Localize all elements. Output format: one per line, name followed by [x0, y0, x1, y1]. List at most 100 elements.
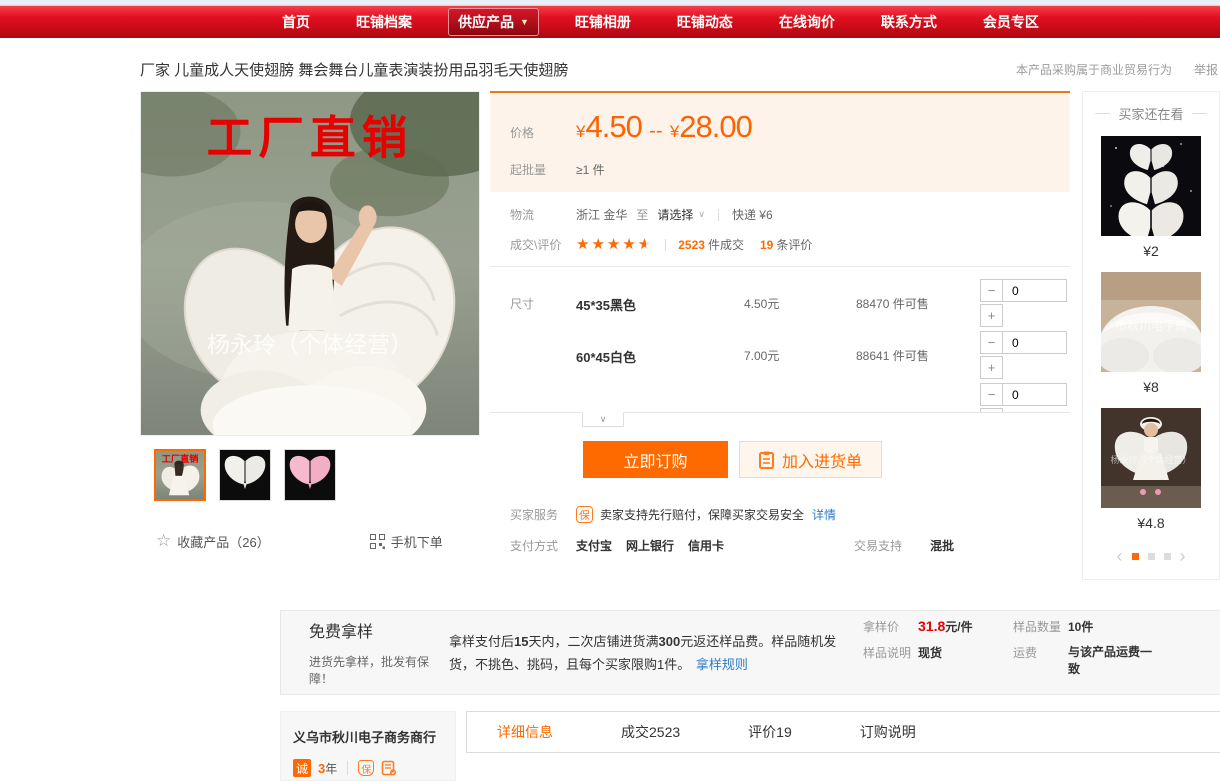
order-now-button[interactable]: 立即订购 — [583, 441, 728, 478]
integrity-badge-icon: 诚 — [293, 759, 311, 777]
tab-deals[interactable]: 成交2523 — [621, 722, 680, 742]
carousel-dot-1[interactable] — [1132, 553, 1139, 560]
pay-method-credit: 信用卡 — [688, 537, 724, 554]
nav-item-updates[interactable]: 旺铺动态 — [677, 12, 733, 32]
sample-ship-label: 运费 — [1013, 644, 1068, 678]
related-price: ¥8 — [1083, 379, 1219, 395]
guarantee-badge-icon: 保 — [576, 506, 593, 523]
image-watermark: 杨永玲（个体经营） — [207, 331, 413, 357]
guarantee-text: 卖家支持先行赔付，保障买家交易安全 — [600, 506, 804, 523]
add-to-cart-button[interactable]: 加入进货单 — [739, 441, 882, 478]
product-title: 厂家 儿童成人天使翅膀 舞会舞台儿童表演装扮用品羽毛天使翅膀 — [140, 59, 568, 80]
destination-select[interactable]: 请选择 ∨ — [657, 206, 705, 223]
nav-item-home[interactable]: 首页 — [282, 12, 310, 32]
expand-sku-button[interactable]: ∨ — [582, 412, 624, 427]
qty-minus-button[interactable]: − — [980, 331, 1003, 354]
size-label: 尺寸 — [510, 279, 576, 412]
sku-stock — [856, 383, 980, 412]
moq-value: ≥1 件 — [576, 161, 605, 178]
sku-stock: 88641 件可售 — [856, 331, 980, 383]
sample-rule-link[interactable]: 拿样规则 — [696, 657, 748, 672]
sku-name: 60*45白色 — [576, 331, 744, 383]
qty-input[interactable] — [1003, 279, 1067, 302]
shop-nav-bar: 首页 旺铺档案 供应产品 ▼ 旺铺相册 旺铺动态 在线询价 联系方式 会员专区 — [0, 6, 1220, 38]
qty-plus-button[interactable]: + — [980, 304, 1003, 327]
deals-suffix: 件成交 — [708, 236, 744, 253]
free-sample-description: 拿样支付后15天内，二次店铺进货满300元返还样品费。样品随机发货，不挑色、挑码… — [449, 630, 847, 676]
product-detail-panel: 价格 ¥4.50 -- ¥28.00 起批量 ≥1 件 物流 浙江 金华 — [490, 91, 1070, 580]
divider — [718, 209, 719, 221]
guarantee-shield-icon: 保 — [358, 760, 374, 776]
logistics-origin: 浙江 金华 — [576, 206, 627, 223]
also-viewing-sidebar: 买家还在看 — [1082, 91, 1220, 580]
favorite-product-button[interactable]: 收藏产品（26） — [177, 532, 269, 551]
nav-item-products-label: 供应产品 — [458, 12, 514, 32]
trade-notice: 本产品采购属于商业贸易行为 — [1016, 61, 1172, 78]
sku-price: 7.00元 — [744, 331, 856, 383]
chevron-down-icon: ∨ — [698, 209, 705, 220]
divider — [1095, 113, 1110, 114]
review-count[interactable]: 19 — [760, 238, 773, 252]
free-sample-bar: 免费拿样 进货先拿样，批发有保障！ 拿样支付后15天内，二次店铺进货满300元返… — [280, 610, 1220, 695]
certificate-icon — [381, 760, 397, 776]
report-link[interactable]: 举报 — [1194, 61, 1218, 78]
sample-note-label: 样品说明 — [863, 644, 918, 661]
also-viewing-title: 买家还在看 — [1118, 104, 1183, 123]
moq-label: 起批量 — [510, 161, 576, 178]
sku-name — [576, 383, 744, 412]
quantity-stepper: − + — [980, 383, 1070, 412]
review-suffix: 条评价 — [776, 236, 812, 253]
product-gallery: 工厂直销 杨永玲（个体经营） 工厂直销 — [140, 91, 480, 580]
nav-item-album[interactable]: 旺铺相册 — [575, 12, 631, 32]
nav-item-archive[interactable]: 旺铺档案 — [356, 12, 412, 32]
svg-text:杨永玲（个体经营）: 杨永玲（个体经营） — [1110, 454, 1191, 465]
tab-order-notes[interactable]: 订购说明 — [860, 722, 916, 742]
divider: ∨ — [490, 412, 1070, 434]
related-price: ¥4.8 — [1083, 515, 1219, 531]
sku-row: 60*45白色 7.00元 88641 件可售 − + — [576, 331, 1070, 383]
qty-minus-button[interactable]: − — [980, 383, 1003, 406]
nav-item-member[interactable]: 会员专区 — [983, 12, 1039, 32]
qty-minus-button[interactable]: − — [980, 279, 1003, 302]
price-value: ¥4.50 -- ¥28.00 — [576, 109, 752, 145]
divider — [665, 239, 666, 251]
divider — [1192, 113, 1207, 114]
sample-ship-value: 与该产品运费一致 — [1068, 644, 1160, 678]
favorite-star-icon: ☆ — [156, 531, 171, 551]
tab-reviews[interactable]: 评价19 — [748, 722, 792, 742]
related-product-3[interactable]: 杨永玲（个体经营） ¥4.8 — [1083, 408, 1219, 531]
qty-plus-button[interactable]: + — [980, 356, 1003, 379]
service-detail-link[interactable]: 详情 — [812, 506, 836, 523]
qr-code-icon — [370, 534, 385, 549]
nav-item-contact[interactable]: 联系方式 — [881, 12, 937, 32]
sample-note-value: 现货 — [918, 644, 942, 661]
sample-price-value: 31.8 — [918, 618, 945, 634]
related-product-1[interactable]: ¥2 — [1083, 136, 1219, 259]
sample-qty-label: 样品数量 — [1013, 618, 1068, 635]
dropdown-caret-icon: ▼ — [520, 17, 529, 27]
nav-item-products[interactable]: 供应产品 ▼ — [448, 8, 539, 36]
thumbnail-3[interactable] — [284, 449, 336, 501]
nav-item-inquiry[interactable]: 在线询价 — [779, 12, 835, 32]
thumbnail-1[interactable]: 工厂直销 — [154, 449, 206, 501]
carousel-next-icon[interactable]: › — [1180, 547, 1186, 565]
star-rating: ★★★★★ ★★★★★ — [576, 237, 653, 252]
carousel-prev-icon[interactable]: ‹ — [1117, 547, 1123, 565]
express-fee: 快递 ¥6 — [732, 206, 773, 223]
carousel-dot-2[interactable] — [1148, 553, 1155, 560]
qty-input[interactable] — [1003, 383, 1067, 406]
related-product-2[interactable]: 市秋川电子商 ¥8 — [1083, 272, 1219, 395]
tab-detail-info[interactable]: 详细信息 — [497, 722, 553, 742]
trade-support-value: 混批 — [930, 537, 954, 554]
pay-method-bank: 网上银行 — [626, 537, 674, 554]
logistics-to: 至 — [636, 206, 648, 223]
carousel-dot-3[interactable] — [1164, 553, 1171, 560]
thumbnail-2[interactable] — [219, 449, 271, 501]
sku-list[interactable]: 45*35黑色 4.50元 88470 件可售 − + 60*45白色 — [576, 279, 1070, 412]
mobile-order-button[interactable]: 手机下单 — [391, 532, 443, 551]
payment-label: 支付方式 — [510, 537, 576, 554]
seller-name[interactable]: 义乌市秋川电子商务商行 — [293, 727, 443, 746]
deals-count[interactable]: 2523 — [678, 238, 705, 252]
product-main-image[interactable]: 工厂直销 杨永玲（个体经营） — [140, 91, 480, 436]
qty-input[interactable] — [1003, 331, 1067, 354]
